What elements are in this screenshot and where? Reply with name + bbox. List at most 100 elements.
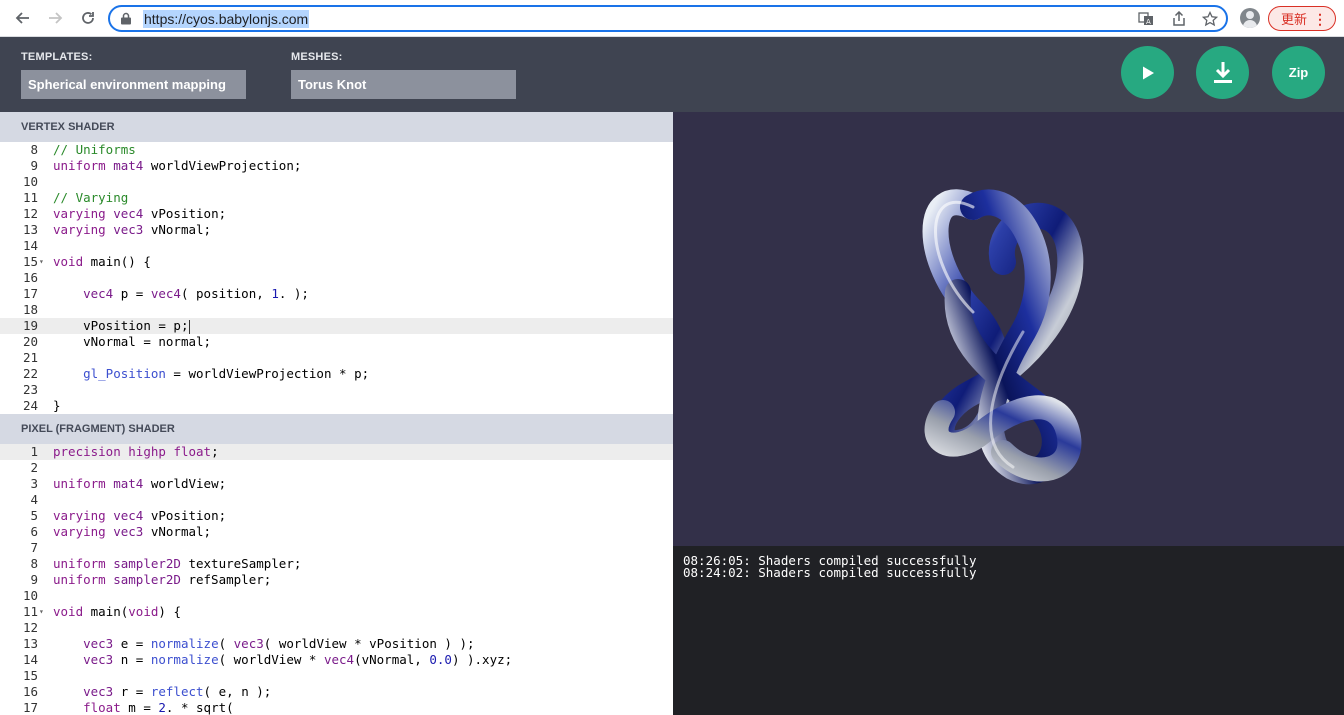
code-text[interactable]: gl_Position = worldViewProjection * p;: [53, 366, 369, 382]
update-label: 更新: [1281, 12, 1308, 27]
code-line[interactable]: 15 ▾ void main() {: [0, 254, 673, 270]
browser-toolbar: https://cyos.babylonjs.com A 更新 ⋮: [0, 0, 1344, 37]
line-number: 7: [30, 540, 38, 555]
code-line[interactable]: 8 uniform sampler2D textureSampler;: [0, 556, 673, 572]
forward-arrow-icon[interactable]: [42, 6, 68, 30]
code-line[interactable]: 8 // Uniforms: [0, 142, 673, 158]
code-line[interactable]: 1 precision highp float;: [0, 444, 673, 460]
code-text[interactable]: varying vec3 vNormal;: [53, 222, 211, 238]
code-line[interactable]: 3 uniform mat4 worldView;: [0, 476, 673, 492]
app-header: TEMPLATES: Spherical environment mapping…: [0, 37, 1344, 112]
vertex-shader-editor[interactable]: 8 // Uniforms 9 uniform mat4 worldViewProje…: [0, 142, 673, 414]
bookmark-star-icon[interactable]: [1200, 10, 1220, 28]
meshes-select[interactable]: Torus Knot: [291, 70, 516, 99]
code-line[interactable]: 2: [0, 460, 673, 476]
code-line[interactable]: 20 vNormal = normal;: [0, 334, 673, 350]
code-text[interactable]: uniform sampler2D refSampler;: [53, 572, 271, 588]
address-bar[interactable]: https://cyos.babylonjs.com A: [108, 5, 1228, 32]
code-line[interactable]: 22 gl_Position = worldViewProjection * p…: [0, 366, 673, 382]
code-line[interactable]: 19 vPosition = p;: [0, 318, 673, 334]
code-text[interactable]: vec3 r = reflect( e, n );: [53, 684, 271, 700]
code-text[interactable]: uniform mat4 worldViewProjection;: [53, 158, 301, 174]
code-line[interactable]: 9 uniform sampler2D refSampler;: [0, 572, 673, 588]
code-text[interactable]: uniform mat4 worldView;: [53, 476, 226, 492]
code-text[interactable]: vec4 p = vec4( position, 1. );: [53, 286, 309, 302]
translate-icon[interactable]: A: [1136, 10, 1156, 28]
code-line[interactable]: 17 vec4 p = vec4( position, 1. );: [0, 286, 673, 302]
render-canvas[interactable]: [673, 112, 1344, 546]
line-number: 22: [22, 366, 38, 381]
code-text[interactable]: varying vec4 vPosition;: [53, 508, 226, 524]
code-text[interactable]: vPosition = p;: [53, 318, 191, 334]
share-icon[interactable]: [1169, 10, 1189, 28]
line-number: 1: [30, 444, 38, 459]
code-line[interactable]: 14: [0, 238, 673, 254]
code-line[interactable]: 13 vec3 e = normalize( vec3( worldView *…: [0, 636, 673, 652]
code-line[interactable]: 9 uniform mat4 worldViewProjection;: [0, 158, 673, 174]
code-line[interactable]: 23: [0, 382, 673, 398]
code-text[interactable]: // Varying: [53, 190, 128, 206]
code-text[interactable]: uniform sampler2D textureSampler;: [53, 556, 301, 572]
code-line[interactable]: 11 ▾ void main(void) {: [0, 604, 673, 620]
line-number: 16: [22, 270, 38, 285]
line-number: 12: [22, 620, 38, 635]
line-number: 18: [22, 302, 38, 317]
code-line[interactable]: 12: [0, 620, 673, 636]
templates-select[interactable]: Spherical environment mapping: [21, 70, 246, 99]
code-line[interactable]: 11 // Varying: [0, 190, 673, 206]
fold-arrow-icon[interactable]: ▾: [39, 604, 44, 620]
code-text[interactable]: }: [53, 398, 61, 414]
line-number: 14: [22, 652, 38, 667]
code-line[interactable]: 10: [0, 174, 673, 190]
code-text[interactable]: void main() {: [53, 254, 151, 270]
line-number: 20: [22, 334, 38, 349]
console-output: 08:26:05: Shaders compiled successfully 0…: [673, 546, 1344, 715]
code-line[interactable]: 16 vec3 r = reflect( e, n );: [0, 684, 673, 700]
fold-arrow-icon[interactable]: ▾: [39, 254, 44, 270]
code-line[interactable]: 4: [0, 492, 673, 508]
line-number: 13: [22, 636, 38, 651]
line-number: 6: [30, 524, 38, 539]
update-button[interactable]: 更新 ⋮: [1268, 6, 1336, 31]
code-line[interactable]: 13 varying vec3 vNormal;: [0, 222, 673, 238]
pixel-shader-header: PIXEL (FRAGMENT) SHADER: [0, 414, 673, 444]
reload-icon[interactable]: [75, 6, 101, 30]
lock-icon: [121, 12, 131, 25]
code-line[interactable]: 12 varying vec4 vPosition;: [0, 206, 673, 222]
code-line[interactable]: 24}: [0, 398, 673, 414]
code-line[interactable]: 6 varying vec3 vNormal;: [0, 524, 673, 540]
code-text[interactable]: varying vec3 vNormal;: [53, 524, 211, 540]
code-text[interactable]: vec3 e = normalize( vec3( worldView * vP…: [53, 636, 474, 652]
code-text[interactable]: void main(void) {: [53, 604, 181, 620]
profile-avatar[interactable]: [1240, 8, 1260, 28]
code-line[interactable]: 16: [0, 270, 673, 286]
line-number: 9: [30, 572, 38, 587]
line-number: 9: [30, 158, 38, 173]
console-line: 08:24:02: Shaders compiled successfully: [683, 565, 977, 580]
code-text[interactable]: varying vec4 vPosition;: [53, 206, 226, 222]
code-line[interactable]: 18: [0, 302, 673, 318]
download-button[interactable]: [1196, 46, 1249, 99]
torus-knot-mesh: [922, 189, 1084, 485]
line-number: 4: [30, 492, 38, 507]
url-text[interactable]: https://cyos.babylonjs.com: [143, 10, 310, 28]
code-line[interactable]: 17 float m = 2. * sqrt(: [0, 700, 673, 715]
back-arrow-icon[interactable]: [10, 6, 36, 30]
code-line[interactable]: 21: [0, 350, 673, 366]
code-line[interactable]: 5 varying vec4 vPosition;: [0, 508, 673, 524]
code-text[interactable]: vec3 n = normalize( worldView * vec4(vNo…: [53, 652, 512, 668]
line-number: 8: [30, 142, 38, 157]
code-text[interactable]: precision highp float;: [53, 444, 219, 460]
run-button[interactable]: [1121, 46, 1174, 99]
code-line[interactable]: 7: [0, 540, 673, 556]
more-menu-icon: ⋮: [1313, 11, 1327, 27]
code-line[interactable]: 10: [0, 588, 673, 604]
zip-button[interactable]: Zip: [1272, 46, 1325, 99]
code-line[interactable]: 15: [0, 668, 673, 684]
code-text[interactable]: vNormal = normal;: [53, 334, 211, 350]
pixel-shader-editor[interactable]: 1 precision highp float; 2 3 uniform mat4 wo…: [0, 444, 673, 715]
code-text[interactable]: // Uniforms: [53, 142, 136, 158]
line-number: 23: [22, 382, 38, 397]
code-line[interactable]: 14 vec3 n = normalize( worldView * vec4(…: [0, 652, 673, 668]
code-text[interactable]: float m = 2. * sqrt(: [53, 700, 234, 715]
